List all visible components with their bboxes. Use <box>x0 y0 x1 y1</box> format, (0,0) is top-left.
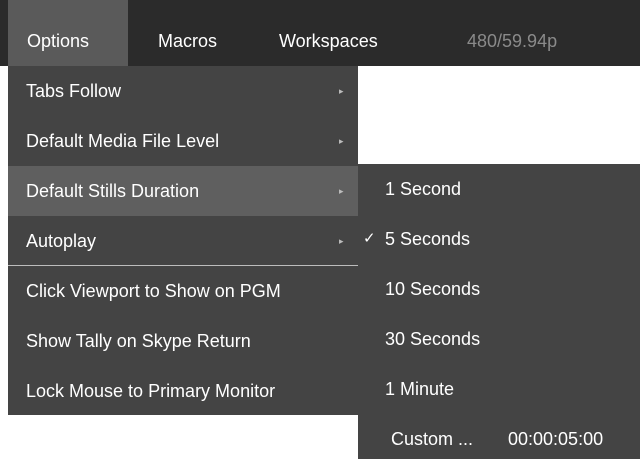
options-menu: Tabs Follow ▸ Default Media File Level ▸… <box>8 66 358 415</box>
duration-option-1-minute[interactable]: 1 Minute <box>358 364 640 414</box>
app-window: Options Macros Workspaces 480/59.94p Tab… <box>0 0 640 459</box>
submenu-arrow-icon: ▸ <box>339 236 344 246</box>
checkmark-icon: ✓ <box>363 230 376 247</box>
duration-option-label: 1 Minute <box>385 379 455 399</box>
menu-item-label: Autoplay <box>26 231 97 251</box>
menu-item-click-viewport[interactable]: Click Viewport to Show on PGM <box>8 266 358 316</box>
submenu-arrow-icon: ▸ <box>339 136 344 146</box>
menu-item-default-media-file-level[interactable]: Default Media File Level ▸ <box>8 116 358 166</box>
menu-workspaces[interactable]: Workspaces <box>265 0 405 66</box>
menu-item-show-tally[interactable]: Show Tally on Skype Return <box>8 316 358 366</box>
duration-option-5-seconds[interactable]: ✓ 5 Seconds <box>358 214 640 264</box>
menu-item-autoplay[interactable]: Autoplay ▸ <box>8 216 358 266</box>
menu-options[interactable]: Options <box>8 0 128 66</box>
submenu-arrow-icon: ▸ <box>339 86 344 96</box>
menu-item-label: Default Media File Level <box>26 131 220 151</box>
duration-option-label: 1 Second <box>385 179 462 199</box>
submenu-arrow-icon: ▸ <box>339 186 344 196</box>
duration-option-custom[interactable]: Custom ... 00:00:05:00 <box>358 414 640 459</box>
duration-option-label: 30 Seconds <box>385 329 481 349</box>
stills-duration-submenu: 1 Second ✓ 5 Seconds 10 Seconds 30 Secon… <box>358 164 640 459</box>
duration-option-30-seconds[interactable]: 30 Seconds <box>358 314 640 364</box>
menu-item-label: Default Stills Duration <box>26 181 200 201</box>
menu-item-tabs-follow[interactable]: Tabs Follow ▸ <box>8 66 358 116</box>
duration-option-10-seconds[interactable]: 10 Seconds <box>358 264 640 314</box>
menu-item-label: Tabs Follow <box>26 81 122 101</box>
menu-item-default-stills-duration[interactable]: Default Stills Duration ▸ <box>8 166 358 216</box>
custom-duration-label: Custom ... <box>391 429 474 449</box>
custom-duration-value: 00:00:05:00 <box>508 429 604 449</box>
menu-item-label: Lock Mouse to Primary Monitor <box>26 381 276 401</box>
menu-macros[interactable]: Macros <box>128 0 248 66</box>
menu-bar: Options Macros Workspaces 480/59.94p <box>0 0 640 66</box>
video-format-label: 480/59.94p <box>467 31 558 51</box>
duration-option-label: 5 Seconds <box>385 229 471 249</box>
duration-option-label: 10 Seconds <box>385 279 481 299</box>
menu-item-label: Show Tally on Skype Return <box>26 331 251 351</box>
menu-item-lock-mouse[interactable]: Lock Mouse to Primary Monitor <box>8 366 358 416</box>
menu-item-label: Click Viewport to Show on PGM <box>26 281 281 301</box>
duration-option-1-second[interactable]: 1 Second <box>358 164 640 214</box>
